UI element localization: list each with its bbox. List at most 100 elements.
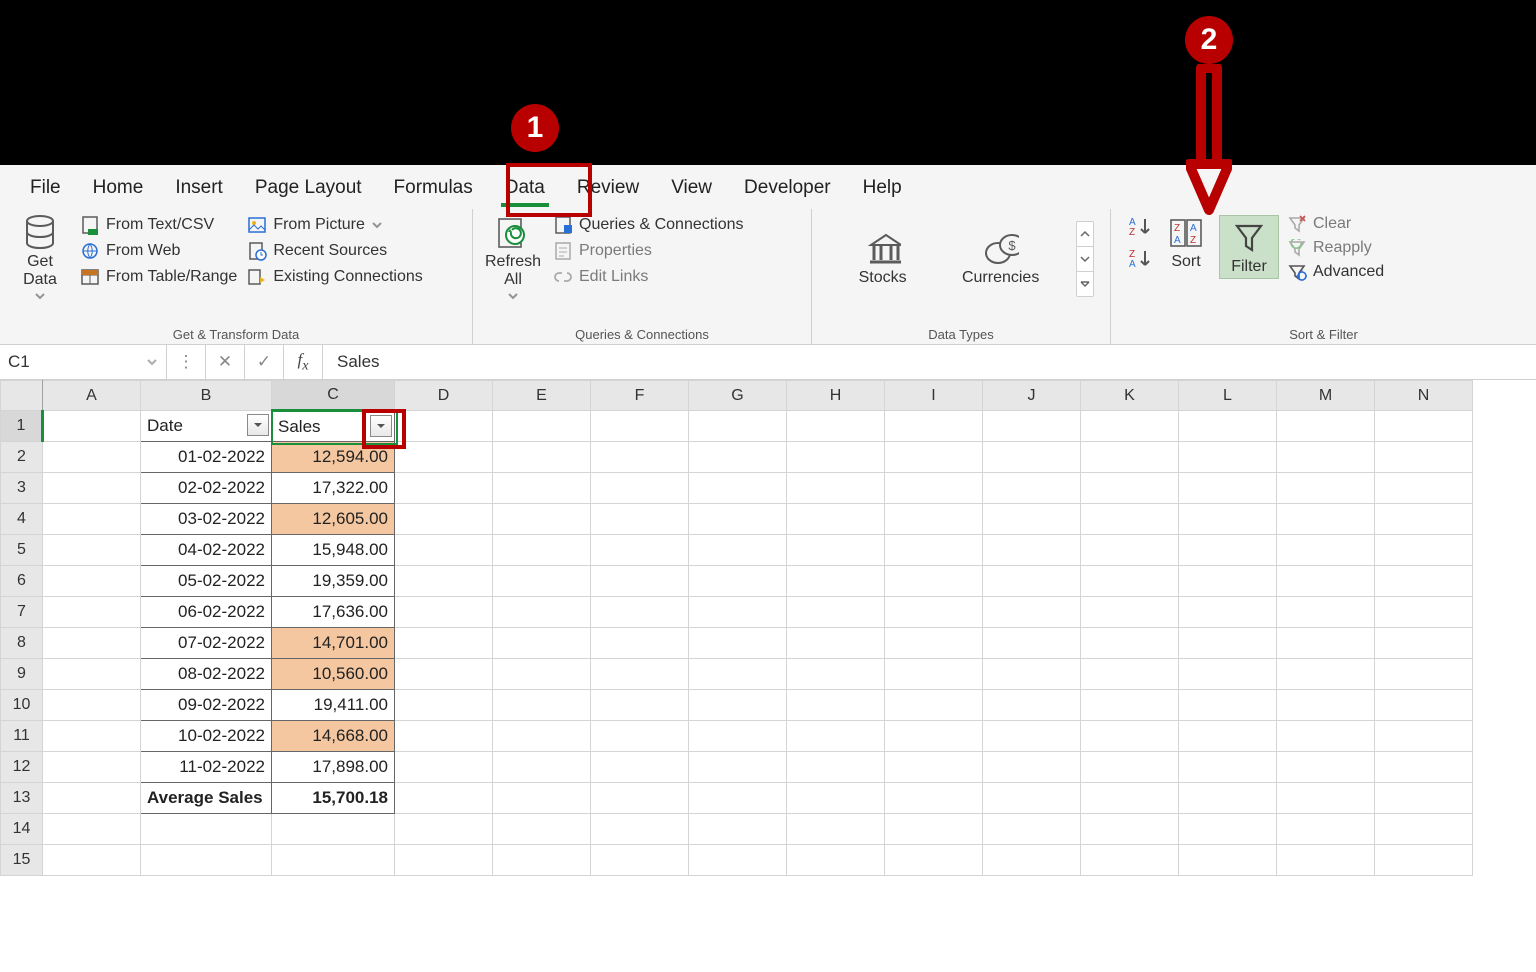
cell-H8[interactable] (787, 628, 885, 659)
cell-F3[interactable] (591, 473, 689, 504)
cell-J1[interactable] (983, 411, 1081, 442)
cell-E13[interactable] (493, 783, 591, 814)
name-box[interactable]: C1 (0, 345, 167, 379)
cell-G15[interactable] (689, 845, 787, 876)
cell-I4[interactable] (885, 504, 983, 535)
cell-L8[interactable] (1179, 628, 1277, 659)
cell-J11[interactable] (983, 721, 1081, 752)
cell-K11[interactable] (1081, 721, 1179, 752)
col-header-B[interactable]: B (141, 381, 272, 411)
fx-button[interactable]: fx (284, 345, 323, 379)
cell-B10[interactable]: 09-02-2022 (141, 690, 272, 721)
cell-L12[interactable] (1179, 752, 1277, 783)
cell-M1[interactable] (1277, 411, 1375, 442)
cell-F15[interactable] (591, 845, 689, 876)
recent-sources-button[interactable]: Recent Sources (247, 241, 422, 261)
cell-C7[interactable]: 17,636.00 (272, 597, 395, 628)
cell-M6[interactable] (1277, 566, 1375, 597)
cell-E3[interactable] (493, 473, 591, 504)
sort-button[interactable]: ZAAZ Sort (1161, 215, 1211, 271)
tab-view[interactable]: View (655, 169, 728, 209)
cell-G6[interactable] (689, 566, 787, 597)
tab-data[interactable]: Data (489, 169, 561, 209)
cell-L1[interactable] (1179, 411, 1277, 442)
cell-A10[interactable] (43, 690, 141, 721)
cell-I7[interactable] (885, 597, 983, 628)
cell-K2[interactable] (1081, 442, 1179, 473)
cell-E5[interactable] (493, 535, 591, 566)
cell-D12[interactable] (395, 752, 493, 783)
cell-A13[interactable] (43, 783, 141, 814)
cell-B12[interactable]: 11-02-2022 (141, 752, 272, 783)
cell-M2[interactable] (1277, 442, 1375, 473)
cell-M7[interactable] (1277, 597, 1375, 628)
cell-J7[interactable] (983, 597, 1081, 628)
row-header-13[interactable]: 13 (1, 783, 43, 814)
row-header-9[interactable]: 9 (1, 659, 43, 690)
cell-K13[interactable] (1081, 783, 1179, 814)
filter-dropdown-date[interactable] (247, 414, 269, 436)
cell-K5[interactable] (1081, 535, 1179, 566)
cell-B1[interactable]: Date (141, 411, 272, 442)
cell-K14[interactable] (1081, 814, 1179, 845)
row-header-1[interactable]: 1 (1, 411, 43, 442)
cell-G3[interactable] (689, 473, 787, 504)
row-header-14[interactable]: 14 (1, 814, 43, 845)
cell-D14[interactable] (395, 814, 493, 845)
advanced-button[interactable]: Advanced (1287, 263, 1384, 281)
col-header-E[interactable]: E (493, 381, 591, 411)
cell-B11[interactable]: 10-02-2022 (141, 721, 272, 752)
from-text-csv-button[interactable]: From Text/CSV (80, 215, 237, 235)
cell-G5[interactable] (689, 535, 787, 566)
cell-M10[interactable] (1277, 690, 1375, 721)
cell-C14[interactable] (272, 814, 395, 845)
cell-E8[interactable] (493, 628, 591, 659)
cell-M13[interactable] (1277, 783, 1375, 814)
cell-M8[interactable] (1277, 628, 1375, 659)
cell-F2[interactable] (591, 442, 689, 473)
select-all-corner[interactable] (1, 381, 43, 411)
cell-G7[interactable] (689, 597, 787, 628)
cell-H14[interactable] (787, 814, 885, 845)
cell-I8[interactable] (885, 628, 983, 659)
enter-button[interactable]: ✓ (245, 345, 284, 379)
cell-G11[interactable] (689, 721, 787, 752)
cell-B5[interactable]: 04-02-2022 (141, 535, 272, 566)
cell-J9[interactable] (983, 659, 1081, 690)
cell-C9[interactable]: 10,560.00 (272, 659, 395, 690)
cell-C11[interactable]: 14,668.00 (272, 721, 395, 752)
cell-F5[interactable] (591, 535, 689, 566)
cell-K4[interactable] (1081, 504, 1179, 535)
cell-J14[interactable] (983, 814, 1081, 845)
cell-D6[interactable] (395, 566, 493, 597)
cell-J5[interactable] (983, 535, 1081, 566)
cell-D3[interactable] (395, 473, 493, 504)
cell-E14[interactable] (493, 814, 591, 845)
cell-A4[interactable] (43, 504, 141, 535)
cell-E10[interactable] (493, 690, 591, 721)
cell-I10[interactable] (885, 690, 983, 721)
cell-N8[interactable] (1375, 628, 1473, 659)
cell-G1[interactable] (689, 411, 787, 442)
cell-G10[interactable] (689, 690, 787, 721)
cell-E7[interactable] (493, 597, 591, 628)
cell-L11[interactable] (1179, 721, 1277, 752)
cell-D15[interactable] (395, 845, 493, 876)
cell-B6[interactable]: 05-02-2022 (141, 566, 272, 597)
cell-L7[interactable] (1179, 597, 1277, 628)
tab-help[interactable]: Help (847, 169, 918, 209)
cell-H15[interactable] (787, 845, 885, 876)
cell-D9[interactable] (395, 659, 493, 690)
cell-K10[interactable] (1081, 690, 1179, 721)
cell-D7[interactable] (395, 597, 493, 628)
cell-A8[interactable] (43, 628, 141, 659)
cell-F10[interactable] (591, 690, 689, 721)
row-header-3[interactable]: 3 (1, 473, 43, 504)
filter-button[interactable]: Filter (1219, 215, 1279, 279)
row-header-6[interactable]: 6 (1, 566, 43, 597)
cell-F11[interactable] (591, 721, 689, 752)
cell-F7[interactable] (591, 597, 689, 628)
cell-L10[interactable] (1179, 690, 1277, 721)
refresh-all-button[interactable]: RefreshAll (483, 215, 543, 302)
row-header-11[interactable]: 11 (1, 721, 43, 752)
